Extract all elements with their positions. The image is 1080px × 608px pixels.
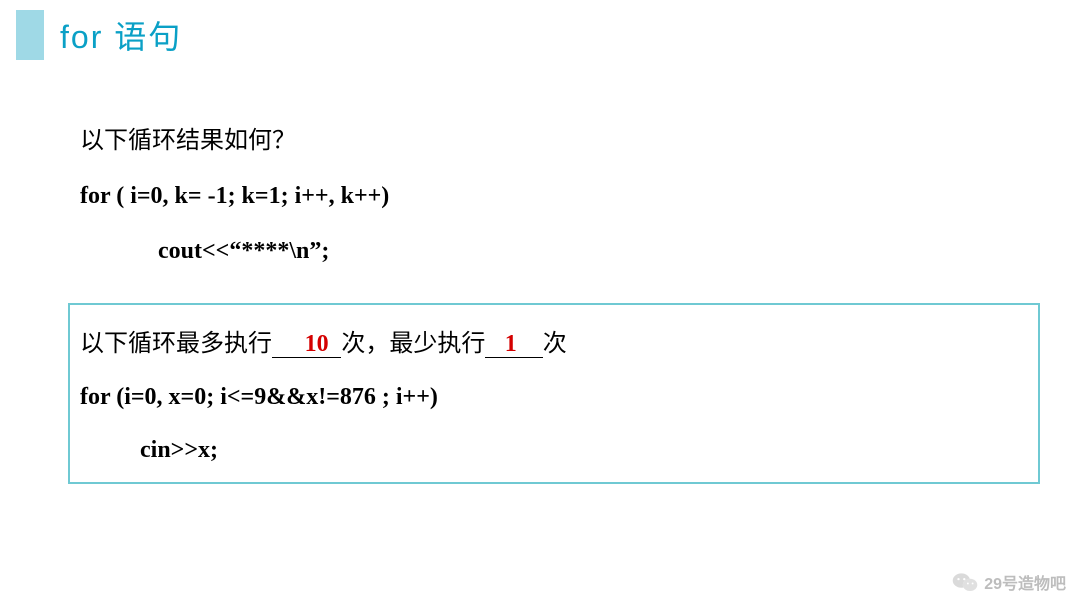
wechat-icon xyxy=(952,571,978,593)
question1-text: 以下循环结果如何？ xyxy=(80,120,1020,155)
question2-code-line2: cin>>x; xyxy=(80,437,1028,464)
q2-blank2a xyxy=(485,330,502,358)
q2-answer2: 1 xyxy=(503,331,519,358)
q2-blank2b xyxy=(519,330,543,358)
q2-prefix: 以下循环最多执行 xyxy=(80,330,272,357)
watermark-text: 29号造物吧 xyxy=(984,570,1066,594)
question2-code-line1: for (i=0, x=0; i<=9&&x!=876 ; i++) xyxy=(80,384,1028,411)
question2-box: 以下循环最多执行 10 次，最少执行 1 次 for (i=0, x=0; i<… xyxy=(68,303,1040,484)
question1-code-line2: cout<<“****\n”; xyxy=(80,238,1020,265)
page-title: for 语句 xyxy=(60,12,182,58)
question2-fill-text: 以下循环最多执行 10 次，最少执行 1 次 xyxy=(80,323,1028,358)
slide-content: 以下循环结果如何？ for ( i=0, k= -1; k=1; i++, k+… xyxy=(80,120,1020,484)
q2-answer1: 10 xyxy=(303,331,331,358)
title-accent-bar xyxy=(16,10,44,60)
watermark: 29号造物吧 xyxy=(952,570,1066,594)
q2-suffix: 次 xyxy=(543,330,567,357)
q2-blank1b xyxy=(331,330,342,358)
q2-blank1a xyxy=(272,330,303,358)
question1-code-line1: for ( i=0, k= -1; k=1; i++, k++) xyxy=(80,183,1020,210)
q2-mid: 次，最少执行 xyxy=(341,330,485,357)
